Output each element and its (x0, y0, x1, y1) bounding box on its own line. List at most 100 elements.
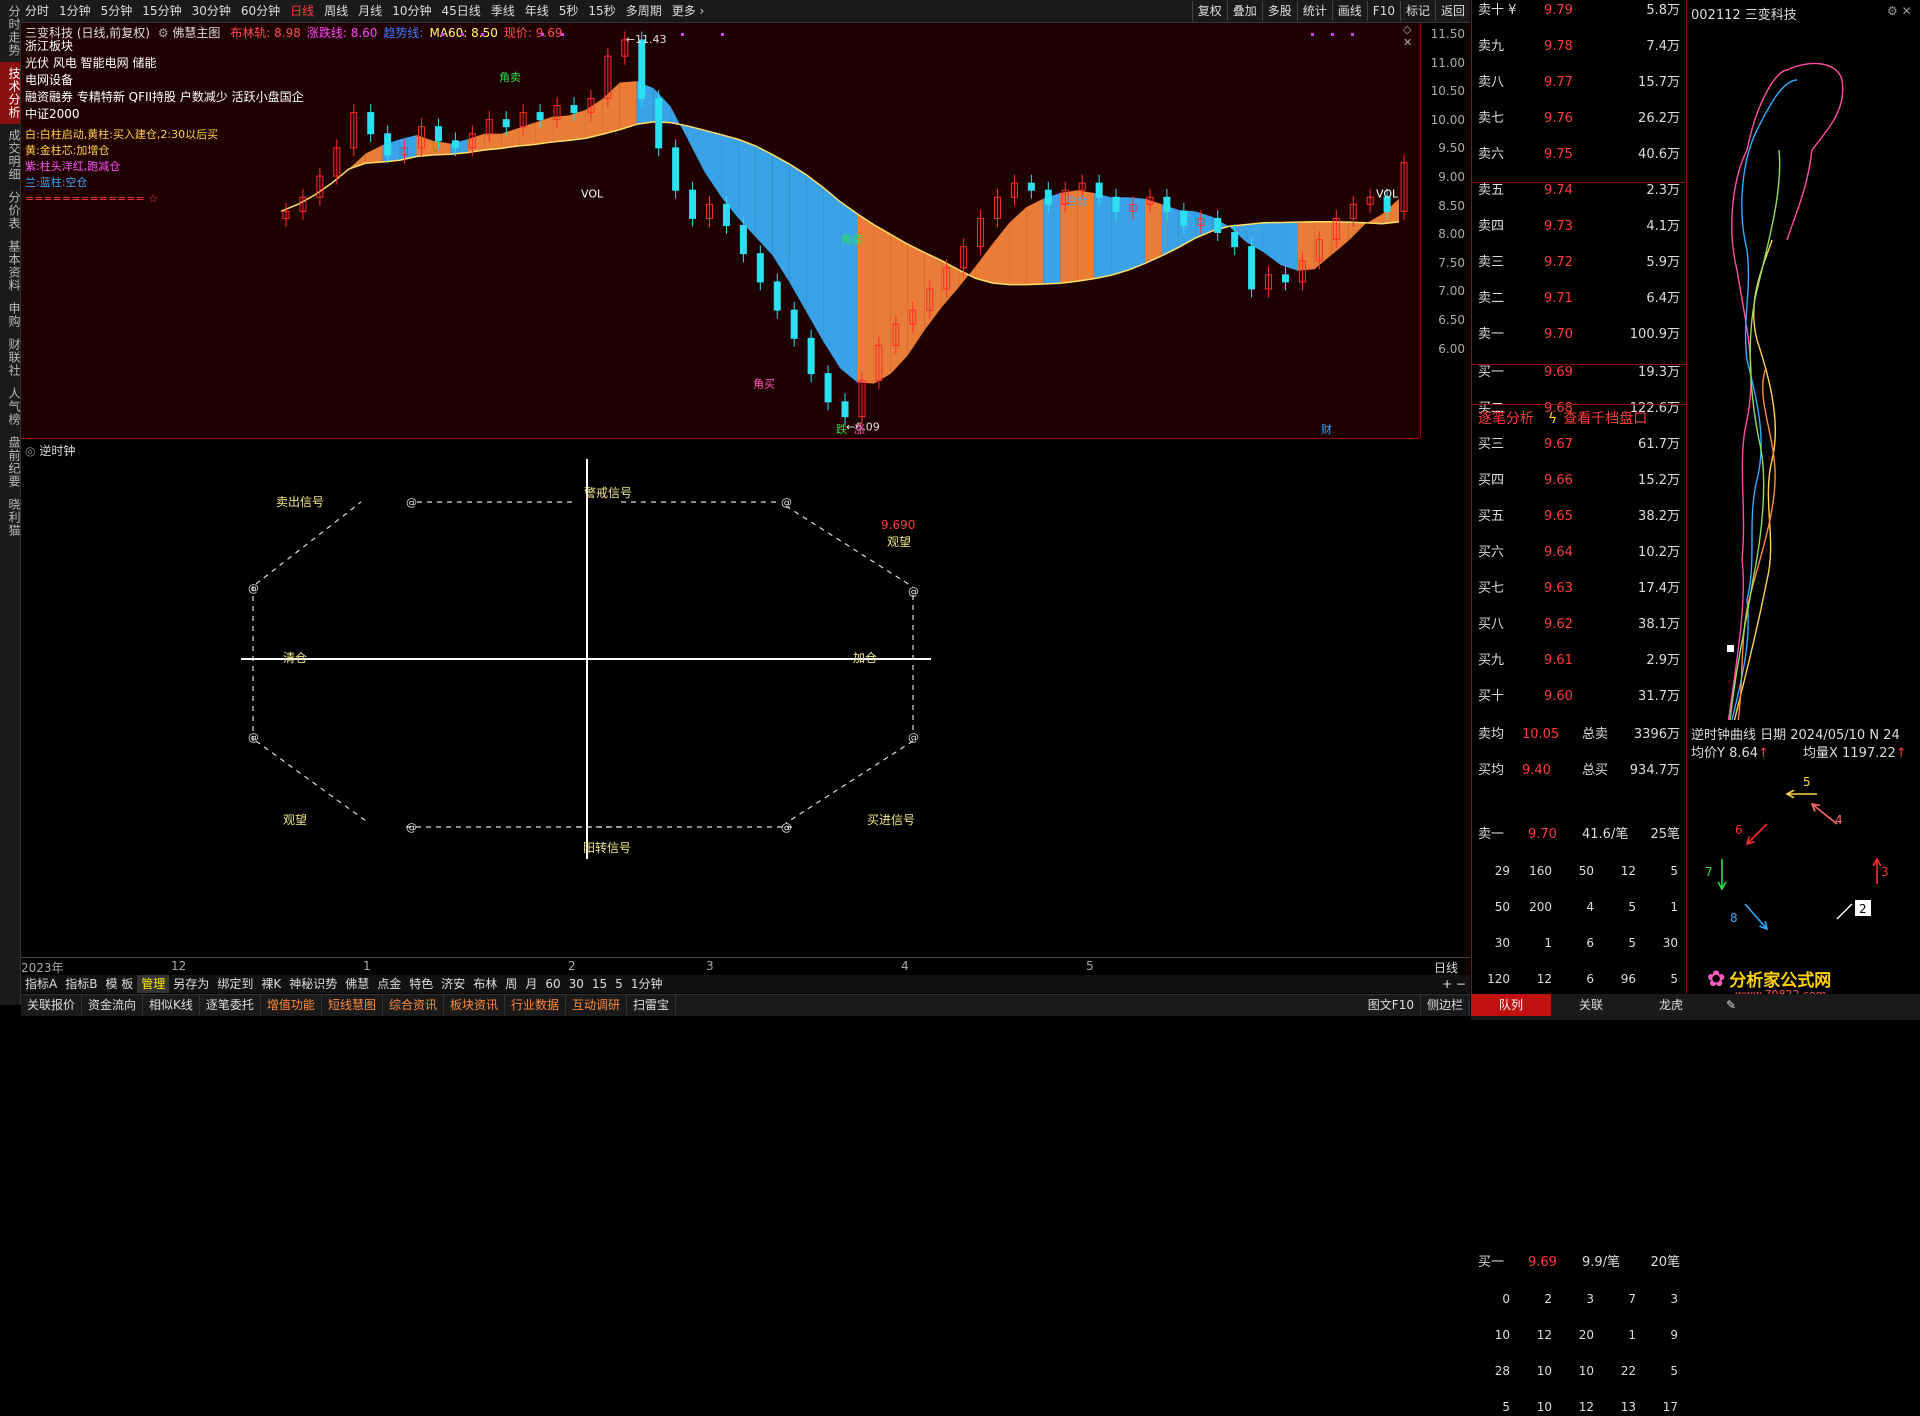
bottom-func-5[interactable]: 短线慧图 (322, 995, 383, 1015)
bottom-right-0[interactable]: 图文F10 (1362, 995, 1421, 1015)
indicator-tab-2[interactable]: 模 板 (101, 975, 137, 993)
indicator-tab-7[interactable]: 神秘识势 (285, 975, 341, 993)
period-16[interactable]: 更多 › (667, 0, 710, 22)
vtab-4[interactable]: 基本资料 (0, 235, 21, 297)
ask-row-6[interactable]: 卖四 9.73 4.1万 (1472, 218, 1686, 236)
kline-svg: ←11.43←6.09跌涨财VOLVOL角卖角卖角买空仓 (280, 31, 1408, 436)
indicator-tab-8[interactable]: 佛慧 (341, 975, 373, 993)
ask-row-9[interactable]: 卖一 9.70 100.9万 (1472, 326, 1686, 344)
period-9[interactable]: 10分钟 (387, 0, 436, 22)
period-12[interactable]: 年线 (520, 0, 554, 22)
tool-button-1[interactable]: 叠加 (1226, 1, 1262, 21)
tick-analysis-title[interactable]: 逐笔分析 (1478, 411, 1534, 427)
bid-row-5[interactable]: 买六 9.64 10.2万 (1472, 544, 1686, 562)
bottom-func-3[interactable]: 逐笔委托 (200, 995, 261, 1015)
bid-row-3[interactable]: 买四 9.66 15.2万 (1472, 472, 1686, 490)
period-13[interactable]: 5秒 (554, 0, 584, 22)
vtab-7[interactable]: 人气榜 (0, 382, 21, 431)
bid-row-0[interactable]: 买一 9.69 19.3万 (1472, 364, 1686, 382)
ask-row-7[interactable]: 卖三 9.72 5.9万 (1472, 254, 1686, 272)
vtab-2[interactable]: 成交明细 (0, 124, 21, 186)
tool-button-5[interactable]: F10 (1366, 1, 1400, 21)
bottom-func-10[interactable]: 扫雷宝 (627, 995, 677, 1015)
ask-row-1[interactable]: 卖九 9.78 7.4万 (1472, 38, 1686, 56)
bottom-func-1[interactable]: 资金流向 (82, 995, 144, 1015)
zoom-buttons[interactable]: + − (1438, 975, 1470, 993)
ask-price: 9.74 (1544, 183, 1573, 198)
indicator-tab-17[interactable]: 15 (588, 975, 611, 993)
ask-row-2[interactable]: 卖八 9.77 15.7万 (1472, 74, 1686, 92)
period-6[interactable]: 日线 (285, 0, 319, 22)
bottom-func-7[interactable]: 板块资讯 (444, 995, 505, 1015)
ask-label: 卖二 (1478, 291, 1505, 306)
ask-row-5[interactable]: 卖五 9.74 2.3万 (1472, 182, 1686, 200)
vtab-8[interactable]: 盘前纪要 (0, 431, 21, 493)
thousand-level-link[interactable]: 查看千档盘口 (1563, 411, 1647, 427)
bid-row-8[interactable]: 买九 9.61 2.9万 (1472, 652, 1686, 670)
indicator-tab-12[interactable]: 布林 (469, 975, 501, 993)
indicator-tab-1[interactable]: 指标B (61, 975, 101, 993)
indicator-tab-13[interactable]: 周 (501, 975, 521, 993)
bottom-func-9[interactable]: 互动调研 (566, 995, 628, 1015)
indicator-tab-14[interactable]: 月 (521, 975, 541, 993)
period-14[interactable]: 15秒 (583, 0, 620, 22)
period-15[interactable]: 多周期 (621, 0, 667, 22)
bottom-func-8[interactable]: 行业数据 (505, 995, 566, 1015)
bid-row-9[interactable]: 买十 9.60 31.7万 (1472, 688, 1686, 706)
tool-button-6[interactable]: 标记 (1399, 1, 1435, 21)
vtab-5[interactable]: 申购 (0, 297, 21, 333)
indicator-tab-9[interactable]: 点金 (373, 975, 405, 993)
tool-button-7[interactable]: 返回 (1434, 1, 1470, 21)
ask-row-4[interactable]: 卖六 9.75 40.6万 (1472, 146, 1686, 164)
counterclock-panel[interactable]: ◎ 逆时钟 @ @ @ @ @ @ @ @ 卖出信号 警戒信号 9.690 观望 清仓 加仓 观望 买进信号阳… (21, 438, 1419, 959)
period-3[interactable]: 15分钟 (137, 0, 186, 22)
indicator-tab-0[interactable]: 指标A (21, 975, 61, 993)
bid-row-7[interactable]: 买八 9.62 38.1万 (1472, 616, 1686, 634)
bottom-func-6[interactable]: 综合资讯 (383, 995, 444, 1015)
main-kline-chart[interactable]: 三变科技 (日线,前复权) ⚙ 佛慧主图 布林轨: 8.98 涨跌线: 8.60 趋… (21, 23, 1419, 438)
period-5[interactable]: 60分钟 (236, 0, 285, 22)
indicator-tab-5[interactable]: 绑定到 (213, 975, 257, 993)
period-10[interactable]: 45日线 (436, 0, 485, 22)
indicator-tab-3[interactable]: 管理 (137, 975, 170, 993)
vtab-1[interactable]: 技术分析 (0, 62, 21, 124)
period-2[interactable]: 5分钟 (96, 0, 138, 22)
indicator-tab-15[interactable]: 60 (541, 975, 564, 993)
gear-icon[interactable]: ⚙ ✕ (1887, 4, 1912, 18)
bid-row-2[interactable]: 买三 9.67 61.7万 (1472, 436, 1686, 454)
vtab-6[interactable]: 财联社 (0, 333, 21, 382)
period-7[interactable]: 周线 (319, 0, 353, 22)
bid-row-4[interactable]: 买五 9.65 38.2万 (1472, 508, 1686, 526)
indicator-tab-6[interactable]: 裸K (257, 975, 285, 993)
rb-tab-0[interactable]: 队列 (1471, 994, 1551, 1016)
pen-icon[interactable]: ✎ (1711, 994, 1751, 1016)
tool-button-4[interactable]: 画线 (1331, 1, 1367, 21)
rb-tab-1[interactable]: 关联 (1551, 994, 1631, 1016)
tool-button-3[interactable]: 统计 (1296, 1, 1332, 21)
tool-button-0[interactable]: 复权 (1191, 1, 1227, 21)
period-8[interactable]: 月线 (353, 0, 387, 22)
rb-tab-2[interactable]: 龙虎 (1631, 994, 1711, 1016)
indicator-tab-18[interactable]: 5 (611, 975, 627, 993)
ask-row-8[interactable]: 卖二 9.71 6.4万 (1472, 290, 1686, 308)
indicator-tab-19[interactable]: 1分钟 (627, 975, 667, 993)
bottom-func-2[interactable]: 相似K线 (143, 995, 200, 1015)
period-4[interactable]: 30分钟 (187, 0, 236, 22)
vtab-0[interactable]: 分时走势 (0, 0, 21, 62)
vtab-9[interactable]: 晓利猫 (0, 493, 21, 542)
period-1[interactable]: 1分钟 (54, 0, 96, 22)
ask-row-0[interactable]: 卖十 ¥ 9.79 5.8万 (1472, 2, 1686, 20)
ask-row-3[interactable]: 卖七 9.76 26.2万 (1472, 110, 1686, 128)
bid-row-6[interactable]: 买七 9.63 17.4万 (1472, 580, 1686, 598)
bottom-func-4[interactable]: 增值功能 (261, 995, 322, 1015)
indicator-tab-11[interactable]: 济安 (437, 975, 469, 993)
indicator-tab-4[interactable]: 另存为 (169, 975, 213, 993)
bottom-right-1[interactable]: 侧边栏 (1421, 995, 1470, 1015)
indicator-tab-10[interactable]: 特色 (405, 975, 437, 993)
tool-button-2[interactable]: 多股 (1261, 1, 1297, 21)
bottom-func-0[interactable]: 关联报价 (21, 995, 83, 1015)
period-0[interactable]: 分时 (20, 0, 54, 22)
period-11[interactable]: 季线 (486, 0, 520, 22)
indicator-tab-16[interactable]: 30 (565, 975, 588, 993)
vtab-3[interactable]: 分价表 (0, 186, 21, 235)
